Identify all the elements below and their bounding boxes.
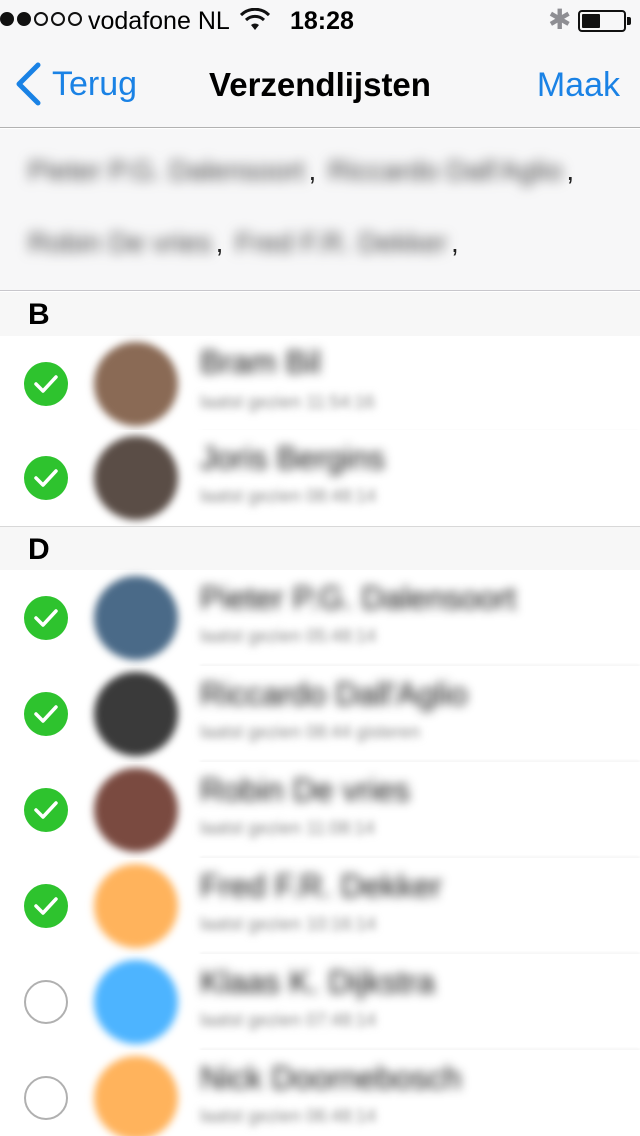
status-bar: vodafone NL 18:28 ✱ [0,0,640,40]
contact-name: Bram Bil [200,344,321,380]
empty-circle-icon[interactable] [24,1076,68,1120]
section-letter: D [28,533,50,566]
contact-last-seen: laatst gezien 07:48:14 [200,1010,377,1030]
recipients-row: Robin De vries, Fred F.R. Dekker, [28,227,459,259]
contact-name: Joris Bergins [200,440,385,476]
section-header-d: D [0,526,640,570]
signal-dot [0,12,14,26]
contact-name: Riccardo Dall'Aglio [200,676,468,712]
checkmark-icon[interactable] [24,362,68,406]
bluetooth-icon: ✱ [548,3,572,36]
battery-icon [578,10,631,32]
checkmark-icon[interactable] [24,456,68,500]
contact-last-seen: laatst gezien 10:16:14 [200,914,377,934]
avatar [94,864,178,948]
avatar [94,1056,178,1136]
recipient-chip[interactable]: Riccardo Dall'Aglio [328,155,562,187]
contact-name: Fred F.R. Dekker [200,868,442,904]
contact-row[interactable]: Klaas K. Dijkstra laatst gezien 07:48:14 [0,954,640,1050]
contact-last-seen: laatst gezien 11:54:16 [200,392,375,412]
checkmark-icon[interactable] [24,692,68,736]
recipient-chip[interactable]: Robin De vries [28,227,212,259]
contact-name: Nick Doornebosch [200,1060,462,1096]
signal-dot [34,12,48,26]
section-letter: B [28,298,50,331]
checkmark-icon[interactable] [24,596,68,640]
section-header-b: B [0,292,640,336]
signal-dot [51,12,65,26]
contact-row[interactable]: Nick Doornebosch laatst gezien 06:48:14 [0,1050,640,1136]
avatar [94,960,178,1044]
clock: 18:28 [290,7,354,35]
signal-strength-icon [0,12,82,26]
contact-last-seen: laatst gezien 05:48:14 [200,626,377,646]
contact-row[interactable]: Bram Bil laatst gezien 11:54:16 [0,336,640,432]
avatar [94,342,178,426]
contact-row[interactable]: Fred F.R. Dekker laatst gezien 10:16:14 [0,858,640,954]
checkmark-icon[interactable] [24,884,68,928]
checkmark-icon[interactable] [24,788,68,832]
avatar [94,672,178,756]
contact-row[interactable]: Riccardo Dall'Aglio laatst gezien 08:44 … [0,666,640,762]
create-button[interactable]: Maak [537,66,620,105]
avatar [94,576,178,660]
contact-row[interactable]: Robin De vries laatst gezien 11:08:14 [0,762,640,858]
avatar [94,768,178,852]
contact-last-seen: laatst gezien 11:08:14 [200,818,375,838]
carrier-name: vodafone NL [88,7,230,35]
navigation-bar: Terug Verzendlijsten Maak [0,40,640,128]
recipient-chip[interactable]: Pieter P.G. Dalensoort [28,155,305,187]
contact-name: Robin De vries [200,772,410,808]
signal-dot [68,12,82,26]
contact-name: Klaas K. Dijkstra [200,964,435,1000]
recipients-row: Pieter P.G. Dalensoort, Riccardo Dall'Ag… [28,155,575,187]
recipient-chip[interactable]: Fred F.R. Dekker [235,227,447,259]
wifi-icon [240,8,270,30]
signal-dot [17,12,31,26]
avatar [94,436,178,520]
empty-circle-icon[interactable] [24,980,68,1024]
contact-last-seen: laatst gezien 08:48:14 [200,486,377,506]
contact-last-seen: laatst gezien 06:48:14 [200,1106,377,1126]
contact-row[interactable]: Pieter P.G. Dalensoort laatst gezien 05:… [0,570,640,666]
contact-row[interactable]: Joris Bergins laatst gezien 08:48:14 [0,430,640,526]
contact-last-seen: laatst gezien 08:44 gisteren [200,722,421,742]
selected-recipients[interactable]: Pieter P.G. Dalensoort, Riccardo Dall'Ag… [0,129,640,291]
contact-name: Pieter P.G. Dalensoort [200,580,517,616]
